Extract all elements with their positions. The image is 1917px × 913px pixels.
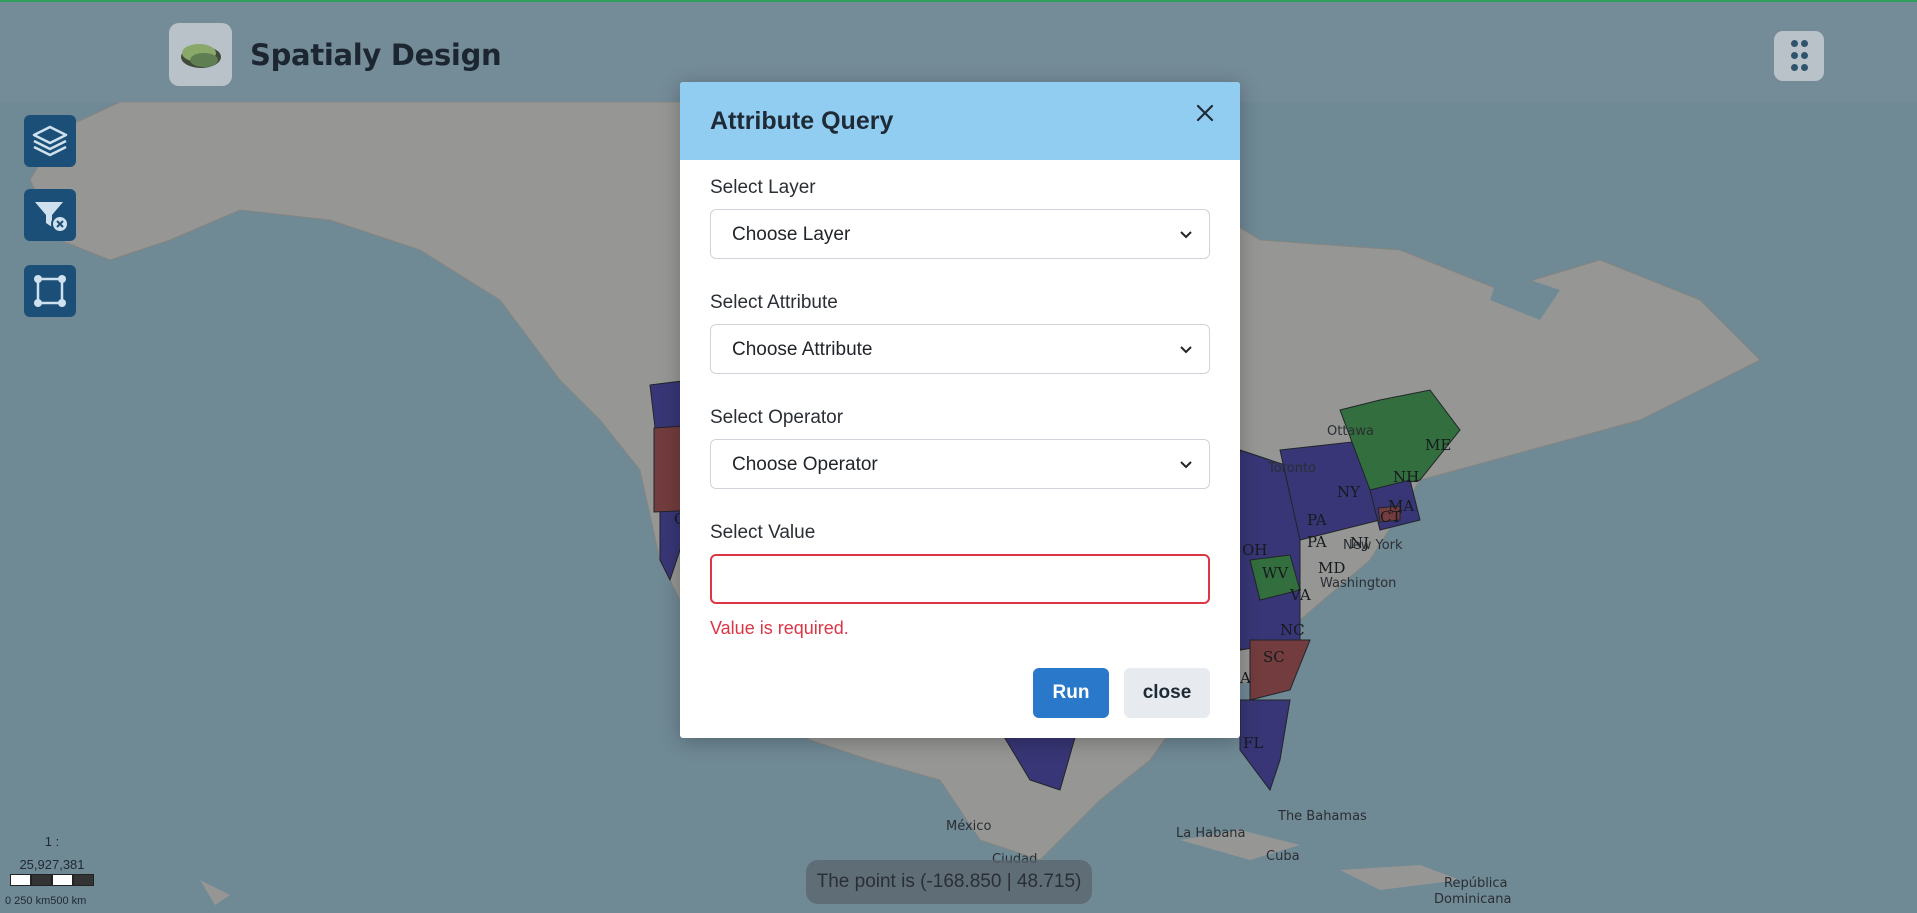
draw-polygon-icon [34,275,66,307]
run-button[interactable]: Run [1033,668,1109,718]
app-title: Spatialy Design [250,38,502,72]
dot-icon [1801,40,1808,47]
operator-label: Select Operator [710,407,844,428]
value-input[interactable] [710,554,1210,604]
operator-select[interactable]: Choose Operator [710,439,1210,489]
scale-ratio-value: 25,927,381 [19,857,85,872]
leaf-logo-icon [180,43,221,68]
chevron-down-icon [1180,231,1192,239]
dialog-title: Attribute Query [710,107,894,135]
attribute-select-value: Choose Attribute [732,339,873,360]
draw-polygon-button[interactable] [24,265,76,317]
dot-icon [1801,64,1808,71]
attribute-query-dialog: Attribute Query Select Layer Choose Laye… [680,82,1240,738]
layer-label: Select Layer [710,177,816,198]
attribute-label: Select Attribute [710,292,838,313]
value-error-message: Value is required. [710,618,849,638]
layer-select[interactable]: Choose Layer [710,209,1210,259]
close-icon [1196,104,1214,122]
layers-button[interactable] [24,115,76,167]
scale-bar [10,874,96,888]
clear-filter-button[interactable] [24,189,76,241]
scale-ratio-prefix: 1 : [44,834,60,849]
chevron-down-icon [1180,461,1192,469]
attribute-select[interactable]: Choose Attribute [710,324,1210,374]
layer-select-value: Choose Layer [732,224,851,245]
coordinates-readout: The point is (-168.850 | 48.715) [806,860,1092,904]
value-label: Select Value [710,522,816,543]
operator-select-value: Choose Operator [732,454,878,475]
dot-icon [1801,52,1808,59]
scale-labels: 0 250 km500 km [5,895,87,907]
chevron-down-icon [1180,346,1192,354]
dialog-header: Attribute Query [680,82,1240,160]
dot-icon [1791,64,1798,71]
app-logo [169,23,232,86]
close-button[interactable]: close [1124,668,1210,718]
clear-filter-icon [35,202,69,233]
scale-ratio: 1 : 25,927,381 [0,830,104,876]
layers-icon [32,125,68,157]
dot-icon [1791,40,1798,47]
apps-menu-button[interactable] [1774,31,1824,81]
dot-icon [1791,52,1798,59]
dialog-close-button[interactable] [1192,100,1218,126]
